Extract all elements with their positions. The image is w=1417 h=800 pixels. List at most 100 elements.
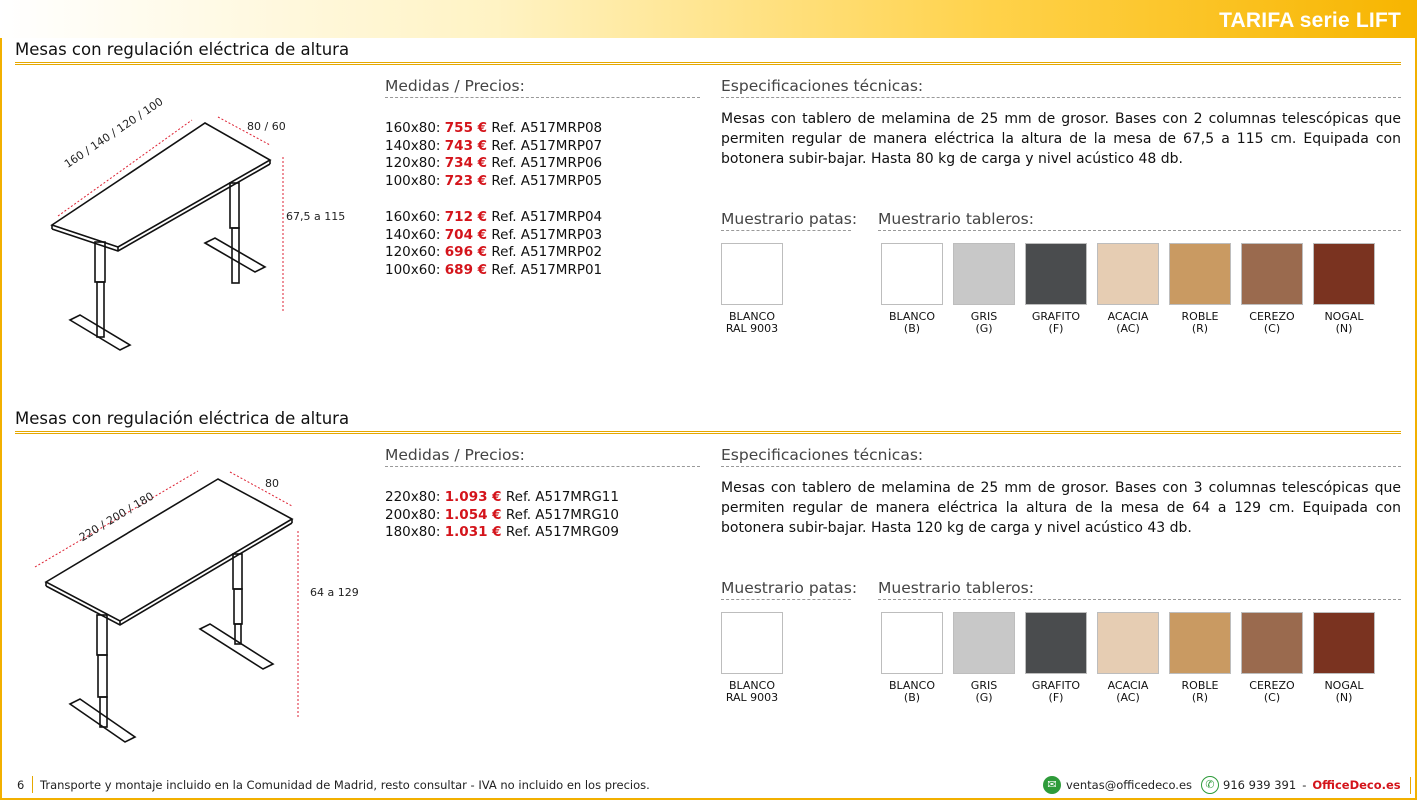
price-ref: Ref. A517MRG09 bbox=[505, 524, 619, 541]
top-swatch-gris[interactable] bbox=[953, 612, 1015, 674]
top-swatch-nogal[interactable] bbox=[1313, 612, 1375, 674]
chat-icon: ✉ bbox=[1043, 776, 1061, 794]
top-swatch-gris[interactable] bbox=[953, 243, 1015, 305]
swatch-code: (C) bbox=[1263, 691, 1281, 704]
price-ref: Ref. A517MRP04 bbox=[491, 208, 603, 225]
top-swatch-grafito[interactable] bbox=[1025, 243, 1087, 305]
price-size: 100x80: bbox=[385, 173, 441, 190]
top-swatch-grafito-label: GRAFITO (F) bbox=[1016, 680, 1096, 704]
price-amount: 712 € bbox=[444, 208, 488, 225]
price-size: 100x60: bbox=[385, 261, 441, 278]
phone-icon: ✆ bbox=[1201, 776, 1220, 794]
top-swatch-cerezo[interactable] bbox=[1241, 612, 1303, 674]
price-row: 200x80: 1.054 € Ref. A517MRG10 bbox=[385, 507, 619, 523]
specs-text: Mesas con tablero de melamina de 25 mm d… bbox=[721, 111, 1401, 167]
price-ref: Ref. A517MRP06 bbox=[491, 155, 603, 172]
price-row: 140x80: 743 € Ref. A517MRP07 bbox=[385, 138, 602, 154]
swatch-code: (F) bbox=[1048, 691, 1064, 704]
top-swatch-cerezo-label: CEREZO (C) bbox=[1232, 311, 1312, 335]
specs-text: Mesas con tablero de melamina de 25 mm d… bbox=[721, 480, 1401, 536]
top-swatch-grafito[interactable] bbox=[1025, 612, 1087, 674]
section-rule bbox=[15, 62, 1401, 65]
legs-heading: Muestrario patas: bbox=[721, 210, 857, 231]
swatch-code: (R) bbox=[1191, 322, 1209, 335]
contact-dash: - bbox=[1302, 778, 1307, 792]
top-swatch-roble[interactable] bbox=[1169, 612, 1231, 674]
top-swatch-blanco-label: BLANCO (B) bbox=[872, 680, 952, 704]
swatch-code: (R) bbox=[1191, 691, 1209, 704]
top-swatch-cerezo[interactable] bbox=[1241, 243, 1303, 305]
top-swatch-cerezo-label: CEREZO (C) bbox=[1232, 680, 1312, 704]
top-swatch-nogal-label: NOGAL (N) bbox=[1304, 680, 1384, 704]
top-swatch-acacia[interactable] bbox=[1097, 612, 1159, 674]
price-row: 180x80: 1.031 € Ref. A517MRG09 bbox=[385, 524, 619, 540]
footer: 6 Transporte y montaje incluido en la Co… bbox=[0, 772, 1417, 798]
price-ref: Ref. A517MRP01 bbox=[491, 261, 603, 278]
top-swatch-nogal[interactable] bbox=[1313, 243, 1375, 305]
swatch-code: (N) bbox=[1335, 691, 1353, 704]
footer-divider bbox=[1409, 776, 1411, 794]
swatch-code: (AC) bbox=[1116, 691, 1140, 704]
leg-swatch[interactable] bbox=[721, 612, 783, 674]
top-swatch-grafito-label: GRAFITO (F) bbox=[1016, 311, 1096, 335]
desk-drawing bbox=[34, 470, 299, 743]
tops-heading: Muestrario tableros: bbox=[878, 210, 1401, 231]
price-amount: 1.031 € bbox=[444, 524, 502, 541]
footer-note: Transporte y montaje incluido en la Comu… bbox=[40, 778, 650, 792]
contact-email[interactable]: ventas@officedeco.es bbox=[1066, 778, 1192, 792]
price-size: 160x80: bbox=[385, 120, 441, 136]
price-amount: 743 € bbox=[444, 137, 488, 154]
price-amount: 689 € bbox=[444, 261, 488, 278]
legs-heading: Muestrario patas: bbox=[721, 579, 857, 600]
price-size: 160x60: bbox=[385, 208, 441, 225]
swatch-code: (C) bbox=[1263, 322, 1281, 335]
contact-phone[interactable]: 916 939 391 bbox=[1223, 778, 1296, 792]
price-ref: Ref. A517MRP02 bbox=[491, 244, 603, 261]
measures-heading: Medidas / Precios: bbox=[385, 77, 700, 98]
footer-divider bbox=[32, 776, 33, 793]
specs-heading: Especificaciones técnicas: bbox=[721, 446, 1401, 467]
top-bar: TARIFA serie LIFT bbox=[0, 0, 1417, 38]
swatch-code: (AC) bbox=[1116, 322, 1140, 335]
leg-swatch-label: BLANCO RAL 9003 bbox=[712, 680, 792, 704]
swatch-code: (G) bbox=[975, 691, 993, 704]
top-swatch-nogal-label: NOGAL (N) bbox=[1304, 311, 1384, 335]
price-amount: 723 € bbox=[444, 173, 488, 190]
section-rule bbox=[15, 431, 1401, 434]
swatch-code: (G) bbox=[975, 322, 993, 335]
brand-link[interactable]: OfficeDeco.es bbox=[1312, 778, 1400, 792]
price-ref: Ref. A517MRG10 bbox=[505, 506, 619, 523]
width-dimension: 80 bbox=[265, 477, 279, 490]
top-swatch-roble[interactable] bbox=[1169, 243, 1231, 305]
section-small-desks: Mesas con regulación eléctrica de altura… bbox=[0, 40, 1417, 400]
page-number-left: 6 bbox=[17, 778, 25, 792]
price-amount: 734 € bbox=[444, 155, 488, 172]
series-title: TARIFA serie LIFT bbox=[1219, 9, 1401, 32]
leg-swatch[interactable] bbox=[721, 243, 783, 305]
top-swatch-gris-label: GRIS (G) bbox=[944, 680, 1024, 704]
swatch-code: (B) bbox=[903, 322, 921, 335]
top-swatch-blanco[interactable] bbox=[881, 612, 943, 674]
price-amount: 755 € bbox=[444, 120, 488, 136]
price-row: 120x80: 734 € Ref. A517MRP06 bbox=[385, 155, 602, 171]
price-size: 180x80: bbox=[385, 524, 441, 541]
swatch-code: RAL 9003 bbox=[725, 322, 779, 335]
price-row: 120x60: 696 € Ref. A517MRP02 bbox=[385, 244, 602, 260]
price-ref: Ref. A517MRP05 bbox=[491, 173, 603, 190]
price-amount: 696 € bbox=[444, 244, 488, 261]
top-swatch-blanco[interactable] bbox=[881, 243, 943, 305]
price-row: 160x80: 755 € Ref. A517MRP08 bbox=[385, 120, 602, 136]
price-size: 120x60: bbox=[385, 244, 441, 261]
swatch-code: RAL 9003 bbox=[725, 691, 779, 704]
swatch-code: (N) bbox=[1335, 322, 1353, 335]
top-swatch-gris-label: GRIS (G) bbox=[944, 311, 1024, 335]
price-row: 140x60: 704 € Ref. A517MRP03 bbox=[385, 227, 602, 243]
price-amount: 1.093 € bbox=[444, 489, 502, 505]
top-swatch-roble-label: ROBLE (R) bbox=[1160, 311, 1240, 335]
measures-heading: Medidas / Precios: bbox=[385, 446, 700, 467]
top-swatch-acacia[interactable] bbox=[1097, 243, 1159, 305]
top-swatch-acacia-label: ACACIA (AC) bbox=[1088, 680, 1168, 704]
leg-swatch-label: BLANCO RAL 9003 bbox=[712, 311, 792, 335]
price-row: 100x80: 723 € Ref. A517MRP05 bbox=[385, 173, 602, 189]
price-row: 100x60: 689 € Ref. A517MRP01 bbox=[385, 262, 602, 278]
